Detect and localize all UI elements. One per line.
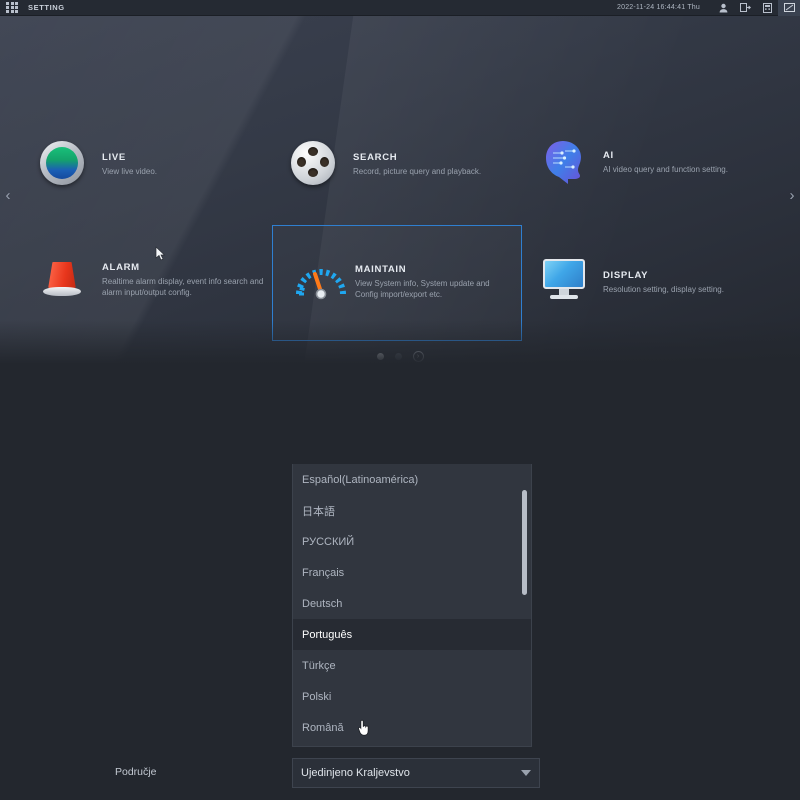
search-reel-icon (291, 141, 339, 189)
menu-item-ai[interactable]: AI AI video query and function setting. (541, 139, 728, 187)
language-option[interactable]: Español(Latinoamérica) (293, 464, 531, 495)
carousel-prev-arrow[interactable]: ‹ (0, 184, 16, 206)
menu-item-live-desc: View live video. (102, 167, 157, 177)
carousel-pager: › (0, 351, 800, 362)
menu-item-display[interactable]: DISPLAY Resolution setting, display sett… (541, 259, 724, 307)
menu-item-maintain[interactable]: MAINTAIN View System info, System update… (272, 225, 522, 341)
menu-item-search-desc: Record, picture query and playback. (353, 167, 482, 177)
language-option[interactable]: РУССКИЙ (293, 526, 531, 557)
dropdown-scrollbar-thumb[interactable] (522, 490, 527, 595)
main-menu-carousel: ‹ › LIVE View live video. SEARCH Record,… (0, 16, 800, 372)
chevron-down-icon (521, 770, 531, 776)
pager-next-button[interactable]: › (412, 351, 424, 362)
carousel-next-arrow[interactable]: › (784, 184, 800, 206)
pager-dot-1[interactable] (376, 353, 384, 360)
menu-item-ai-text: AI AI video query and function setting. (603, 150, 728, 176)
logout-icon[interactable] (734, 0, 756, 16)
language-option[interactable]: Română (293, 712, 531, 743)
menu-item-display-text: DISPLAY Resolution setting, display sett… (603, 270, 724, 296)
menu-item-live-text: LIVE View live video. (102, 152, 157, 178)
setting-screen: SETTING 2022-11-24 16:44:41 Thu ‹ › LIVE… (0, 0, 800, 800)
region-select-value: Ujedinjeno Kraljevstvo (301, 767, 410, 779)
app-title: SETTING (28, 3, 65, 12)
menu-item-live[interactable]: LIVE View live video. (40, 141, 157, 189)
menu-item-maintain-title: MAINTAIN (355, 263, 407, 275)
gauge-icon (293, 258, 346, 306)
label-region: Područje (115, 766, 157, 778)
menu-item-alarm-title: ALARM (102, 261, 140, 273)
menu-item-search[interactable]: SEARCH Record, picture query and playbac… (291, 141, 481, 189)
language-option[interactable]: Polski (293, 681, 531, 712)
menu-item-display-title: DISPLAY (603, 270, 649, 282)
language-option[interactable]: Français (293, 557, 531, 588)
language-dropdown-list[interactable]: Español(Latinoamérica) 日本語 РУССКИЙ Franç… (292, 464, 532, 747)
ai-head-icon (541, 139, 589, 187)
monitor-icon (541, 259, 589, 307)
language-option[interactable]: 日本語 (293, 495, 531, 526)
language-option[interactable]: Deutsch (293, 588, 531, 619)
system-datetime: 2022-11-24 16:44:41 Thu (617, 4, 700, 11)
language-option[interactable]: Magyar (293, 743, 531, 746)
language-option[interactable]: Türkçe (293, 650, 531, 681)
alarm-light-icon (40, 256, 88, 304)
mouse-cursor-secondary (155, 246, 166, 261)
menu-item-display-desc: Resolution setting, display setting. (603, 285, 724, 295)
pager-dot-2[interactable] (394, 353, 402, 360)
calculator-icon[interactable] (756, 0, 778, 16)
menu-item-live-title: LIVE (102, 152, 126, 164)
menu-item-ai-desc: AI video query and function setting. (603, 165, 728, 175)
screen-icon[interactable] (778, 0, 800, 16)
mouse-cursor (358, 719, 369, 736)
menu-item-alarm-text: ALARM Realtime alarm display, event info… (102, 262, 267, 299)
live-icon (40, 141, 88, 189)
menu-item-maintain-text: MAINTAIN View System info, System update… (355, 264, 505, 301)
title-bar-right: 2022-11-24 16:44:41 Thu (617, 0, 800, 16)
language-option-selected[interactable]: Português (293, 619, 531, 650)
menu-item-search-text: SEARCH Record, picture query and playbac… (353, 152, 481, 178)
title-bar: SETTING 2022-11-24 16:44:41 Thu (0, 0, 800, 16)
menu-item-maintain-inner: MAINTAIN View System info, System update… (293, 258, 505, 306)
menu-item-alarm[interactable]: ALARM Realtime alarm display, event info… (40, 256, 267, 304)
menu-item-maintain-desc: View System info, System update and Conf… (355, 278, 490, 299)
grid-menu-icon[interactable] (6, 2, 18, 13)
menu-item-alarm-desc: Realtime alarm display, event info searc… (102, 276, 264, 297)
menu-item-ai-title: AI (603, 150, 614, 162)
region-select[interactable]: Ujedinjeno Kraljevstvo (292, 758, 540, 788)
menu-item-search-title: SEARCH (353, 152, 398, 164)
user-icon[interactable] (712, 0, 734, 16)
